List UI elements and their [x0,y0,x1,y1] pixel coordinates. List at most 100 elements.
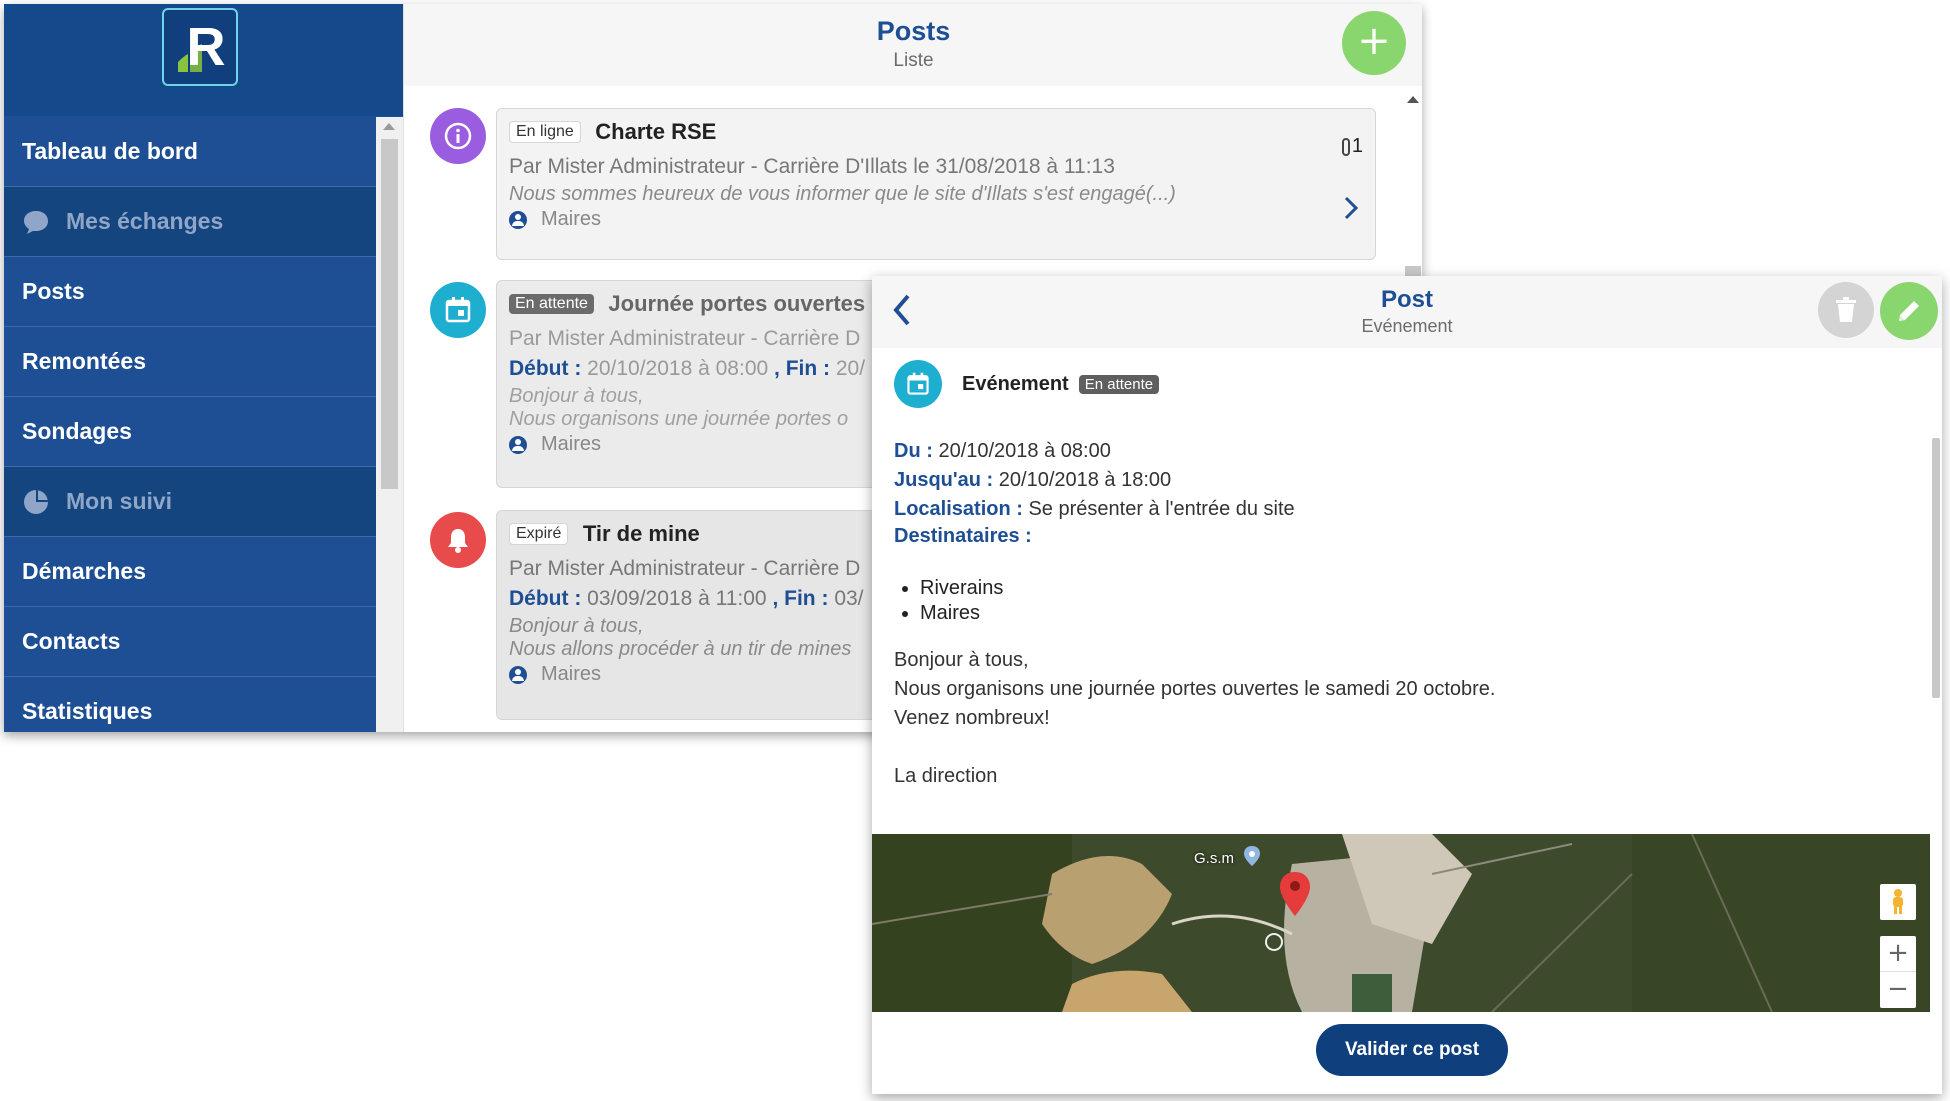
post-title: Journée portes ouvertes [608,291,866,316]
field-from: Du : 20/10/2018 à 08:00 [894,440,1111,463]
bell-icon [430,512,486,568]
user-icon [509,665,527,684]
sidebar-item-demarches[interactable]: Démarches [4,537,376,607]
list-header: Posts Liste + [404,4,1422,86]
field-recipients: Destinataires : [894,525,1032,548]
map-zoom-controls: + − [1880,936,1916,1008]
detail-title: Post [1380,286,1433,313]
sidebar-item-label: Contacts [22,628,121,654]
post-card[interactable]: En ligne Charte RSE Par Mister Administr… [496,108,1376,260]
body-line: La direction [894,765,998,787]
sidebar-item-label: Tableau de bord [22,138,198,164]
status-badge: Expiré [509,523,569,545]
map-marker-icon[interactable] [1280,872,1310,916]
user-icon [509,435,527,454]
body-line: Nous organisons une journée portes ouver… [894,678,1496,700]
scrollbar-thumb[interactable] [1932,438,1940,698]
trash-icon [1836,297,1856,322]
map-place-label: G.s.m [1194,850,1234,867]
sidebar-item-contacts[interactable]: Contacts [4,607,376,677]
post-recipients: Maires [509,208,1363,231]
paperclip-icon [1341,137,1350,156]
sidebar-item-statistiques[interactable]: Statistiques [4,677,376,732]
chevron-right-icon[interactable] [1343,195,1359,221]
sidebar-item-label: Sondages [22,418,132,444]
sidebar-item-label: Statistiques [22,698,153,724]
status-badge: En attente [1078,374,1160,394]
info-icon [430,108,486,164]
delete-button[interactable] [1818,282,1874,338]
edit-button[interactable] [1880,282,1938,340]
start-value: 20/10/2018 à 08:00 [587,357,769,380]
detail-subtitle: Evénement [1361,316,1453,336]
detail-scrollbar[interactable] [1930,348,1942,988]
user-icon [509,210,527,229]
post-title: Charte RSE [595,119,717,144]
page-title: Posts [876,16,951,46]
street-view-button[interactable] [1880,884,1916,920]
sidebar-item-remontees[interactable]: Remontées [4,327,376,397]
end-label: , Fin : [772,587,829,610]
sidebar-item-posts[interactable]: Posts [4,257,376,327]
pie-chart-icon [24,489,48,514]
status-badge: En attente [509,294,594,314]
post-type-label: Evénement [962,372,1069,395]
sidebar-section-mes-echanges: Mes échanges [4,187,376,257]
calendar-icon [894,360,942,408]
scroll-up-arrow-icon[interactable] [383,123,395,130]
sidebar-item-label: Posts [22,278,85,304]
sidebar: R Tableau de bord Mes échanges Posts Rem… [4,4,403,732]
body-line: Bonjour à tous, [894,649,1029,671]
start-value: 03/09/2018 à 11:00 [587,587,767,610]
calendar-icon [430,282,486,338]
app-logo[interactable]: R [162,8,238,86]
zoom-in-button[interactable]: + [1880,936,1916,972]
sidebar-section-label: Mes échanges [66,208,224,234]
start-label: Début : [509,587,582,610]
field-label: Destinataires : [894,525,1032,547]
validate-post-button[interactable]: Valider ce post [1316,1024,1508,1076]
list-item: Maires [920,601,1003,626]
pegman-icon [1893,889,1903,914]
field-value: 20/10/2018 à 18:00 [998,469,1172,491]
location-map[interactable]: G.s.m + − [872,834,1930,1012]
start-label: Début : [509,357,582,380]
end-value: 20/ [835,357,866,380]
zoom-out-button[interactable]: − [1880,972,1916,1008]
chat-bubble-icon [24,210,48,234]
post-excerpt: Nous sommes heureux de vous informer que… [509,183,1176,205]
recipients-text: Maires [541,663,602,685]
end-label: , Fin : [774,357,831,380]
post-meta: Par Mister Administrateur - Carrière D'I… [509,155,1115,178]
page-subtitle: Liste [893,50,934,71]
status-badge: En ligne [509,121,581,143]
sidebar-section-label: Mon suivi [66,488,173,514]
post-detail-window: Post Evénement Evénement En attente Du :… [872,276,1942,1094]
sidebar-item-label: Remontées [22,348,146,374]
recipients-list: Riverains Maires [896,576,1003,626]
sidebar-nav: Tableau de bord Mes échanges Posts Remon… [4,117,376,732]
post-title: Tir de mine [582,521,700,546]
detail-header: Post Evénement [872,276,1942,348]
sidebar-section-mon-suivi: Mon suivi [4,467,376,537]
sidebar-item-tableau-de-bord[interactable]: Tableau de bord [4,117,376,187]
field-label: Jusqu'au : [894,469,994,491]
recipients-text: Maires [541,208,602,230]
end-value: 03/ [834,587,864,610]
scrollbar-thumb[interactable] [381,139,398,489]
post-type-row: Evénement En attente [894,358,1160,410]
field-until: Jusqu'au : 20/10/2018 à 18:00 [894,469,1171,492]
field-value: 20/10/2018 à 08:00 [938,440,1111,462]
add-post-button[interactable]: + [1342,11,1406,75]
list-item: Riverains [920,576,1003,601]
field-value: Se présenter à l'entrée du site [1028,498,1295,520]
map-pin-small-icon [1244,846,1260,866]
sidebar-item-sondages[interactable]: Sondages [4,397,376,467]
field-label: Du : [894,440,933,462]
sidebar-item-label: Démarches [22,558,147,584]
field-label: Localisation : [894,498,1023,520]
scroll-up-arrow-icon[interactable] [1407,96,1419,103]
recipients-text: Maires [541,433,602,455]
body-line: Venez nombreux! [894,707,1050,729]
sidebar-scrollbar[interactable] [376,117,403,732]
